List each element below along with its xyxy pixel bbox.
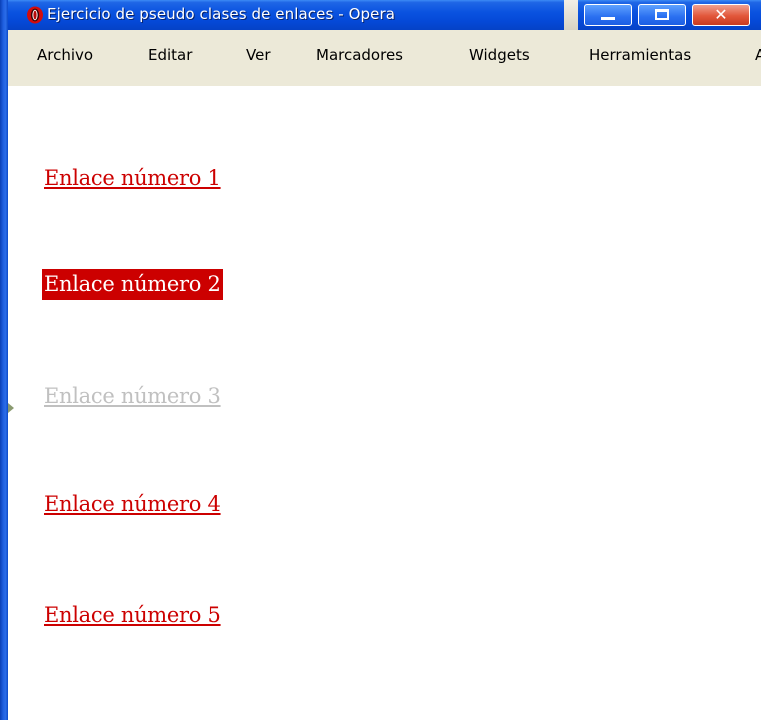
link-4[interactable]: Enlace número 4: [44, 492, 221, 516]
title-bar[interactable]: Ejercicio de pseudo clases de enlaces - …: [0, 0, 761, 30]
browser-window: Ejercicio de pseudo clases de enlaces - …: [0, 0, 761, 720]
link-2[interactable]: Enlace número 2: [42, 269, 223, 300]
menu-widgets[interactable]: Widgets: [469, 46, 530, 64]
menu-archivo[interactable]: Archivo: [37, 46, 93, 64]
link-3[interactable]: Enlace número 3: [44, 384, 221, 408]
menu-ayuda[interactable]: A: [755, 46, 761, 64]
title-bar-gap: [564, 0, 578, 30]
window-title: Ejercicio de pseudo clases de enlaces - …: [47, 5, 396, 23]
link-5[interactable]: Enlace número 5: [44, 603, 221, 627]
opera-icon: [27, 6, 43, 24]
maximize-icon: [655, 9, 669, 20]
maximize-button[interactable]: [638, 4, 686, 26]
minimize-icon: [601, 17, 615, 20]
menu-marcadores[interactable]: Marcadores: [316, 46, 403, 64]
minimize-button[interactable]: [584, 4, 632, 26]
menu-herramientas[interactable]: Herramientas: [589, 46, 691, 64]
menu-editar[interactable]: Editar: [148, 46, 192, 64]
close-icon: ✕: [714, 5, 728, 24]
window-frame-left: [0, 0, 8, 720]
close-button[interactable]: ✕: [692, 4, 750, 26]
menu-ver[interactable]: Ver: [246, 46, 271, 64]
focus-arrow-icon: [8, 403, 14, 413]
link-1[interactable]: Enlace número 1: [44, 166, 221, 190]
